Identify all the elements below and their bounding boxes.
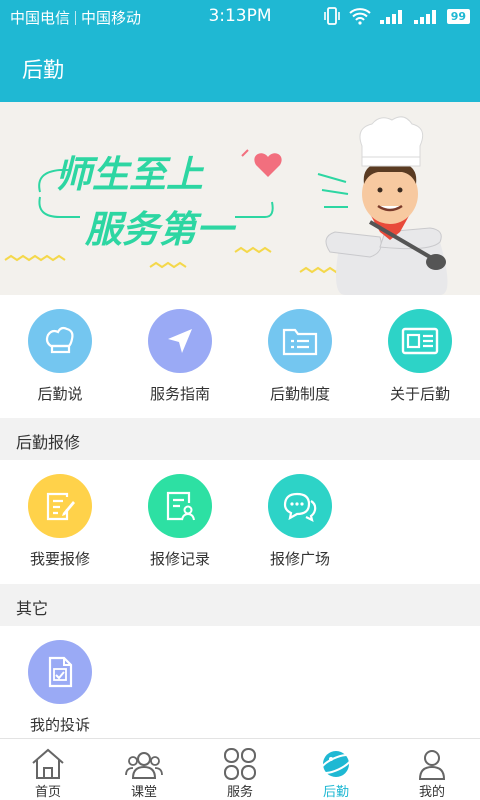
newspaper-icon [388, 309, 452, 373]
menu-item-label: 我的投诉 [29, 716, 90, 734]
menu-item-submit-repair[interactable]: 我要报修 [0, 474, 120, 569]
menu-item-label: 报修记录 [149, 550, 210, 568]
app-bar: 后勤 [0, 34, 480, 102]
menu-item-label: 关于后勤 [389, 385, 450, 403]
chef-hat-icon [28, 309, 92, 373]
tab-label: 后勤 [322, 785, 349, 800]
person-icon [384, 747, 480, 781]
tab-label: 首页 [34, 785, 61, 800]
status-icons: 99 [323, 6, 470, 26]
tab-label: 服务 [226, 785, 253, 800]
menu-item-about-logistics[interactable]: 关于后勤 [360, 309, 480, 404]
record-user-icon [148, 474, 212, 538]
vibrate-icon [323, 7, 340, 25]
users-icon [96, 747, 192, 781]
menu-item-label: 报修广场 [269, 550, 330, 568]
menu-item-label: 我要报修 [29, 550, 90, 568]
menu-item-repair-plaza[interactable]: 报修广场 [240, 474, 360, 569]
signal-icon-1 [379, 10, 402, 24]
quick-menu: 后勤说 服务指南 后勤制度 关于后勤 [0, 295, 480, 418]
promo-banner[interactable]: 师生至上 服务第一 [0, 102, 480, 295]
menu-item-service-guide[interactable]: 服务指南 [120, 309, 240, 404]
bottom-tab-bar: 首页 课堂 服务 后勤 我的 [0, 738, 480, 800]
section-header-repair: 后勤报修 [0, 418, 480, 460]
tab-home[interactable]: 首页 [0, 739, 96, 800]
status-bar: 中国电信 中国移动 3:13PM 99 [0, 0, 480, 34]
tab-logistics[interactable]: 后勤 [288, 739, 384, 800]
banner-slogan-line1: 师生至上 [55, 152, 203, 196]
section-header-other: 其它 [0, 584, 480, 626]
other-menu: 我的投诉 [0, 626, 480, 738]
signal-icon-2 [413, 10, 436, 24]
menu-item-label: 后勤说 [37, 385, 83, 403]
menu-item-label: 后勤制度 [269, 385, 330, 403]
folder-list-icon [268, 309, 332, 373]
repair-menu: 我要报修 报修记录 报修广场 [0, 460, 480, 584]
banner-slogan-line2: 服务第一 [85, 207, 233, 251]
tab-services[interactable]: 服务 [192, 739, 288, 800]
banner-illustration [4, 116, 448, 295]
menu-item-repair-records[interactable]: 报修记录 [120, 474, 240, 569]
home-icon [0, 747, 96, 781]
section-title: 其它 [16, 599, 49, 618]
grid-icon [192, 747, 288, 781]
menu-item-logistics-talk[interactable]: 后勤说 [0, 309, 120, 404]
menu-item-label: 服务指南 [149, 385, 210, 403]
tab-label: 我的 [418, 785, 445, 800]
chat-bubbles-icon [268, 474, 332, 538]
complaint-document-icon [28, 640, 92, 704]
wifi-icon [349, 8, 371, 25]
menu-item-my-complaints[interactable]: 我的投诉 [0, 640, 120, 735]
tab-label: 课堂 [130, 785, 157, 800]
edit-document-icon [28, 474, 92, 538]
battery-icon: 99 [446, 8, 470, 24]
tab-classroom[interactable]: 课堂 [96, 739, 192, 800]
navigation-arrow-icon [148, 309, 212, 373]
section-title: 后勤报修 [16, 433, 81, 452]
tab-mine[interactable]: 我的 [384, 739, 480, 800]
planet-icon [288, 747, 384, 781]
page-title: 后勤 [22, 58, 64, 82]
menu-item-logistics-rules[interactable]: 后勤制度 [240, 309, 360, 404]
